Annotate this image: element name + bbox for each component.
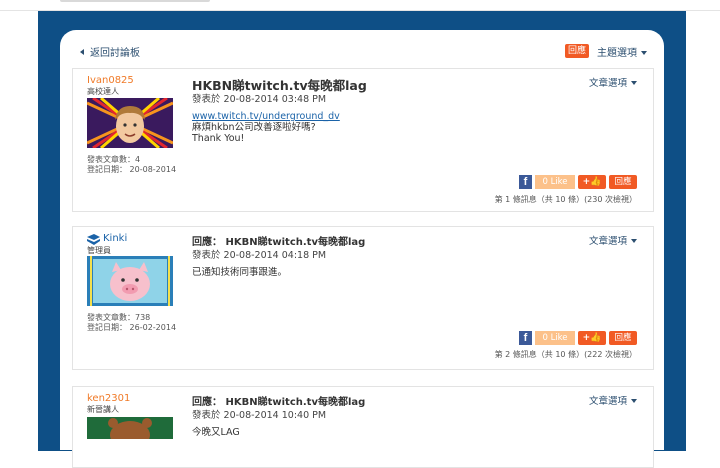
author-avatar <box>87 98 173 148</box>
browser-top-strip <box>0 0 720 11</box>
topic-reply-button[interactable]: 回應 <box>565 44 589 58</box>
post-author[interactable]: Kinki <box>103 233 127 244</box>
chevron-down-icon <box>631 399 637 403</box>
post-title: 回應： HKBN睇twitch.tv每晚都lag <box>192 237 366 248</box>
cropped-header-text <box>60 0 210 2</box>
like-count-button[interactable]: 0 Like <box>535 331 575 345</box>
author-reg-date: 登記日期： 26-02-2014 <box>87 323 177 332</box>
post-actions: f 0 Like +👍 回應 <box>519 331 637 345</box>
article-options-label: 文章選項 <box>588 396 627 407</box>
post-3: ken2301 新晉講人 回應： HKBN睇twitch.tv每晚都lag 發表… <box>72 386 654 468</box>
facebook-share-icon[interactable]: f <box>519 331 532 345</box>
post-author[interactable]: Ivan0825 <box>87 75 134 86</box>
author-reg-date: 登記日期： 20-08-2014 <box>87 165 177 174</box>
forum-panel: 返回討論板 回應 主題選項 Ivan0825 高校達人 發表文章數：4 登記日期… <box>60 30 664 468</box>
post-link[interactable]: www.twitch.tv/underground_dv <box>192 111 340 122</box>
post-title: 回應： HKBN睇twitch.tv每晚都lag <box>192 397 366 408</box>
post-body-line: 已通知技術同事跟進。 <box>192 267 288 278</box>
post-reply-button[interactable]: 回應 <box>609 175 637 189</box>
post-date: 發表於 20-08-2014 10:40 PM <box>192 410 327 421</box>
back-label: 返回討論板 <box>90 48 140 59</box>
chevron-down-icon <box>641 51 647 55</box>
chevron-down-icon <box>631 81 637 85</box>
article-options-menu[interactable]: 文章選項 <box>589 233 637 247</box>
thumbs-up-plus-button[interactable]: +👍 <box>578 331 606 345</box>
post-date: 發表於 20-08-2014 04:18 PM <box>192 250 327 261</box>
topic-options-menu[interactable]: 主題選項 <box>597 44 647 59</box>
article-options-menu[interactable]: 文章選項 <box>589 393 637 407</box>
author-rank: 新晉講人 <box>87 405 119 414</box>
article-options-label: 文章選項 <box>588 78 627 89</box>
author-avatar <box>87 417 173 439</box>
post-date: 發表於 20-08-2014 03:48 PM <box>192 94 327 105</box>
article-options-label: 文章選項 <box>588 236 627 247</box>
post-reply-button[interactable]: 回應 <box>609 331 637 345</box>
admin-badge-icon <box>87 234 100 245</box>
message-position: 第 2 條訊息（共 10 條）(222 次檢視） <box>494 350 637 359</box>
post-2: Kinki 管理員 發表文章數：738 登記日期： 26-02-2014 回應：… <box>72 226 654 370</box>
post-body: 已通知技術同事跟進。 <box>192 267 287 278</box>
post-body-line: 今晚又LAG <box>192 427 240 438</box>
message-position: 第 1 條訊息（共 10 條）(230 次檢視） <box>494 195 637 204</box>
chevron-left-icon <box>80 49 84 55</box>
author-avatar <box>87 256 173 306</box>
post-1: Ivan0825 高校達人 發表文章數：4 登記日期： 20-08-2014 H… <box>72 68 654 212</box>
post-actions: f 0 Like +👍 回應 <box>519 175 637 189</box>
post-body: 今晚又LAG <box>192 427 240 438</box>
article-options-menu[interactable]: 文章選項 <box>589 75 637 89</box>
topic-options-label: 主題選項 <box>597 48 637 59</box>
author-rank: 管理員 <box>87 246 111 255</box>
thumbs-up-plus-button[interactable]: +👍 <box>578 175 606 189</box>
post-body: www.twitch.tv/underground_dv 麻煩hkbn公司改善逐… <box>192 111 340 144</box>
like-count-button[interactable]: 0 Like <box>535 175 575 189</box>
facebook-share-icon[interactable]: f <box>519 175 532 189</box>
post-body-line: 麻煩hkbn公司改善逐啦好嗎? <box>192 122 316 133</box>
topic-nav-bar: 返回討論板 回應 主題選項 <box>60 30 664 70</box>
back-to-board-link[interactable]: 返回討論板 <box>80 44 140 59</box>
post-body-line: Thank You! <box>192 133 245 144</box>
chevron-down-icon <box>631 239 637 243</box>
post-author[interactable]: ken2301 <box>87 393 130 404</box>
author-rank: 高校達人 <box>87 87 119 96</box>
